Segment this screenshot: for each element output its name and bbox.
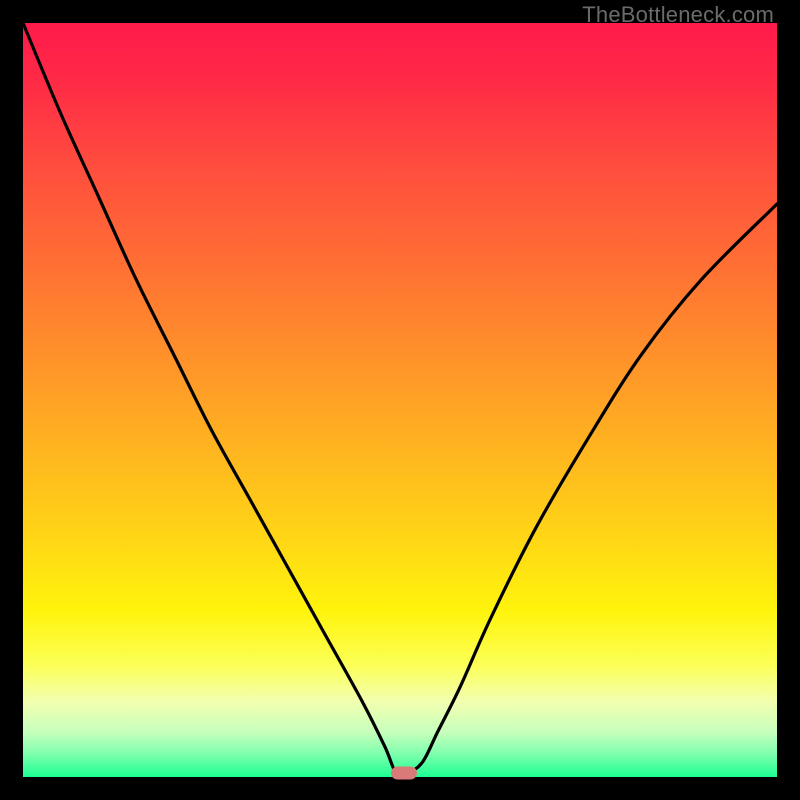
plot-area xyxy=(23,23,777,777)
bottleneck-curve xyxy=(23,23,777,777)
optimum-marker xyxy=(391,767,417,780)
chart-frame: TheBottleneck.com xyxy=(0,0,800,800)
